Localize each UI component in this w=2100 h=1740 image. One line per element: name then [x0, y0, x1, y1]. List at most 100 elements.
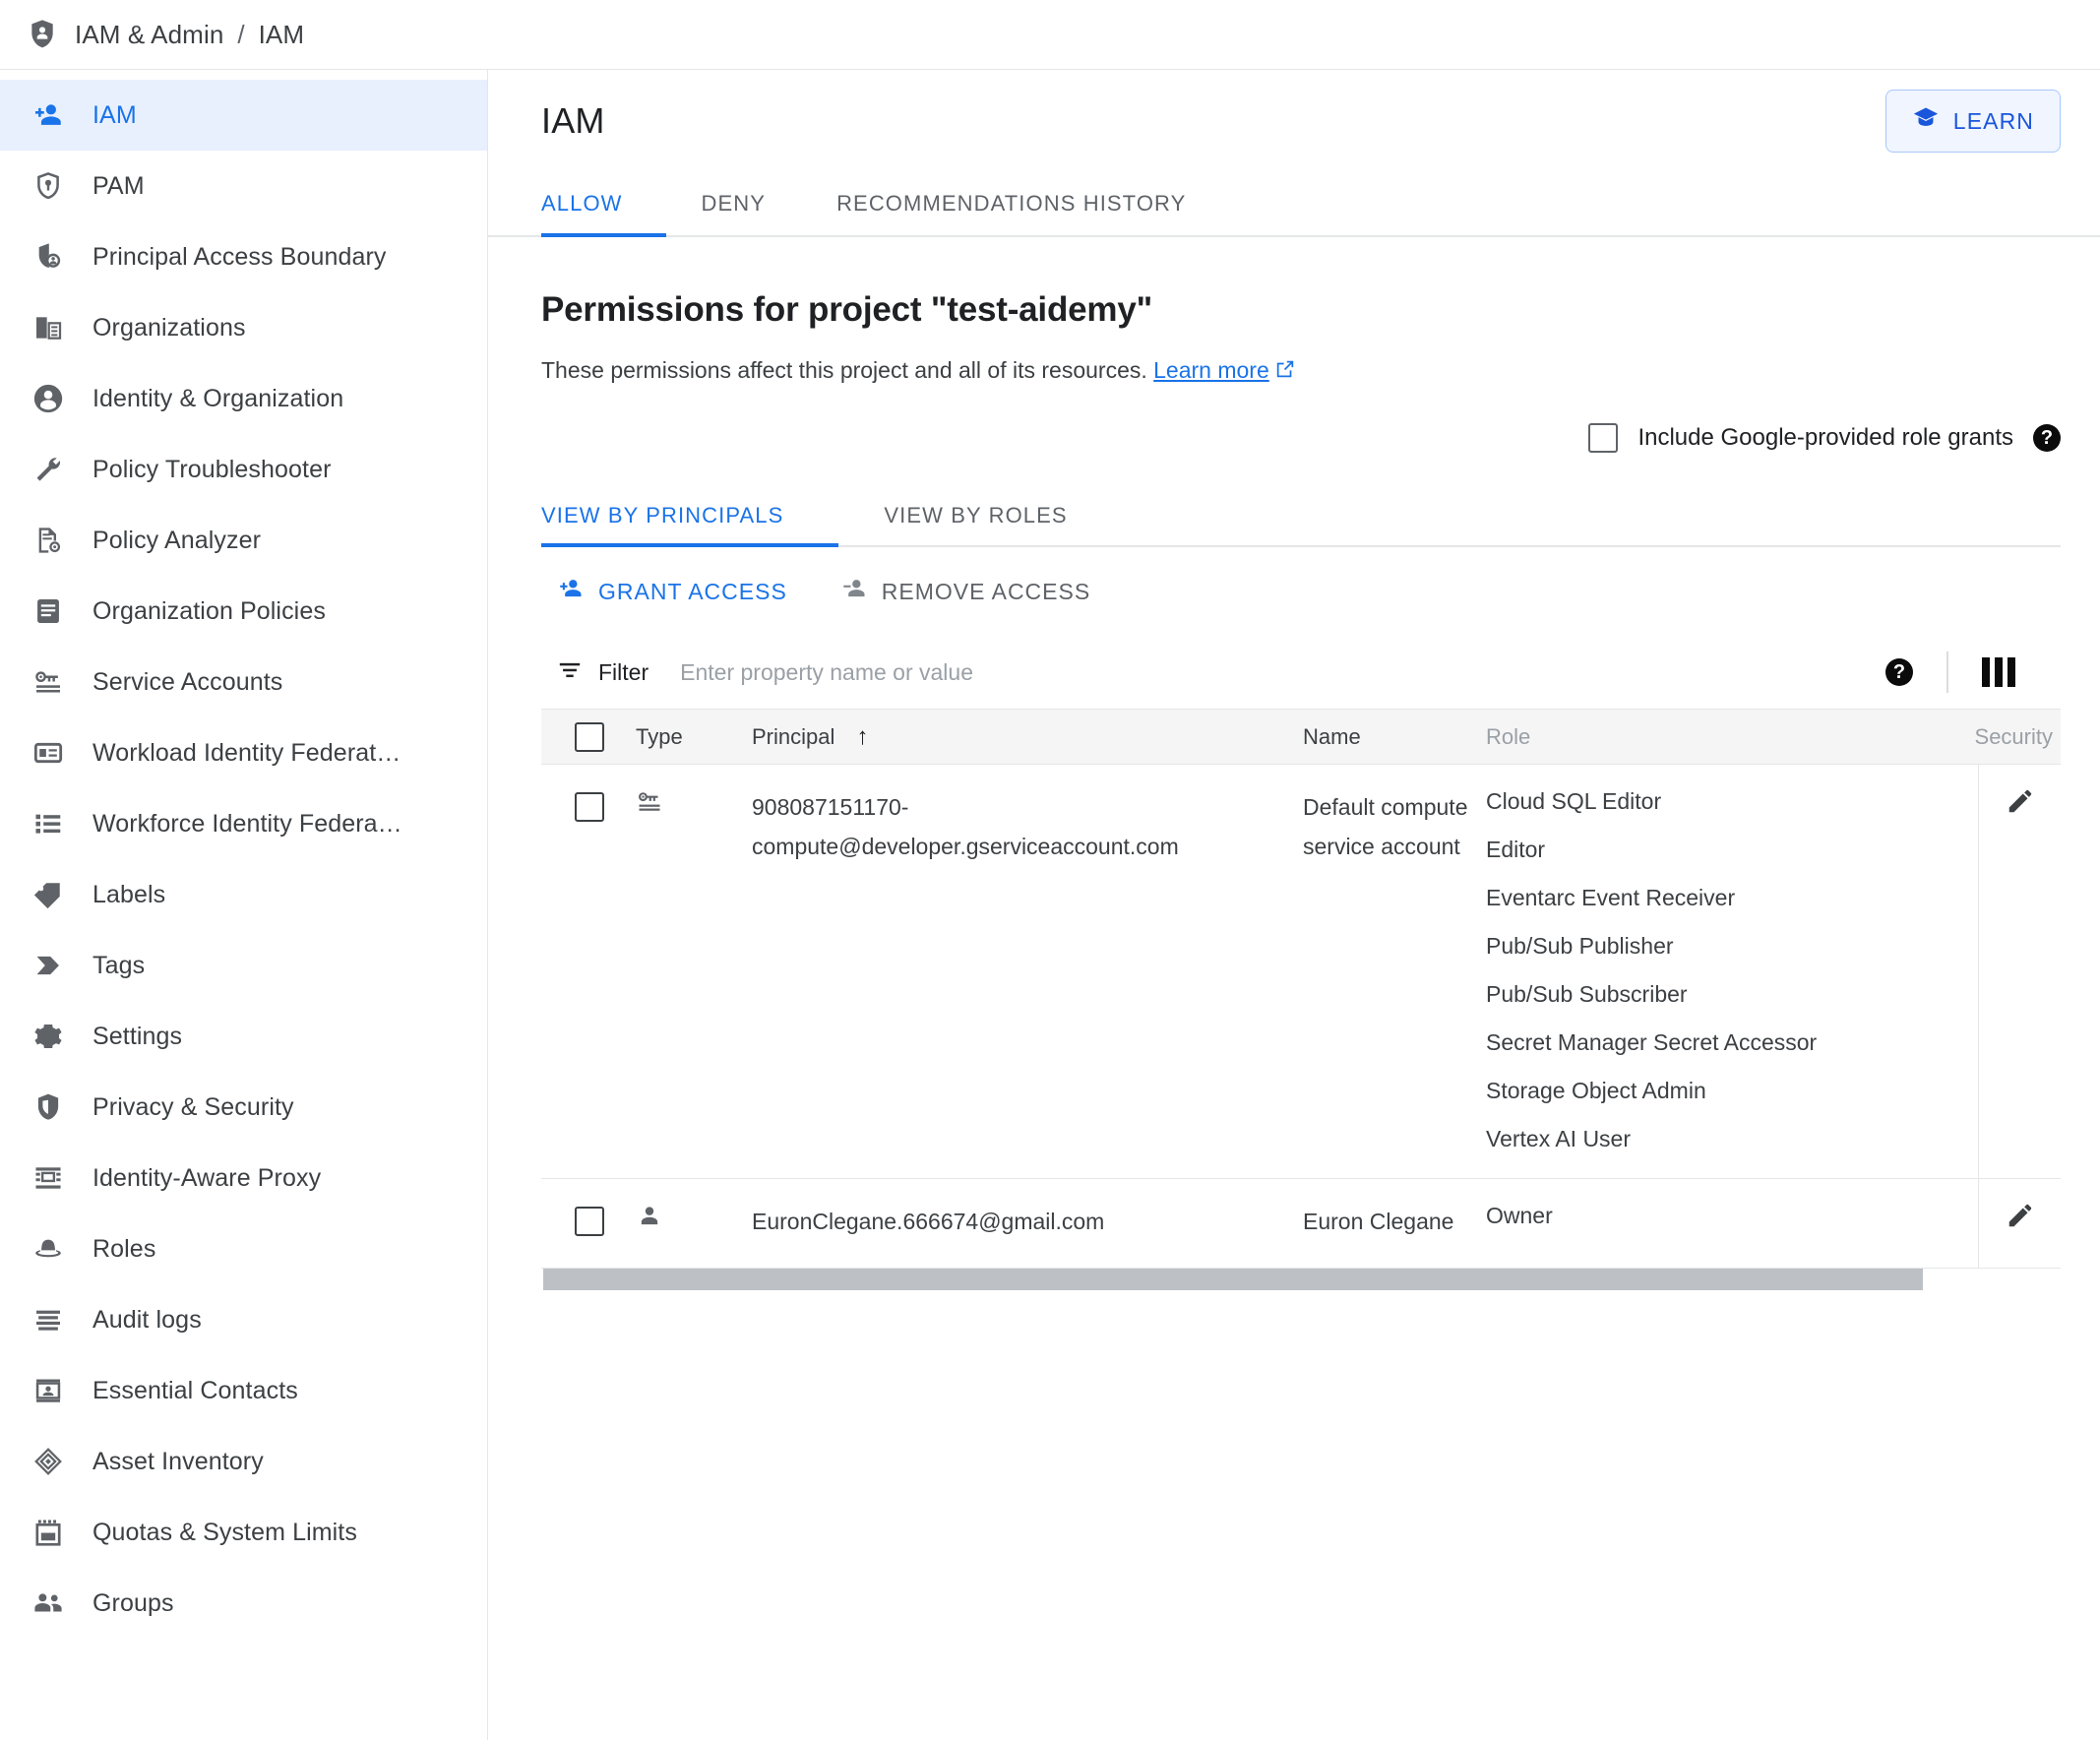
sidebar-item-tags[interactable]: Tags [0, 930, 487, 1001]
learn-more-link[interactable]: Learn more [1153, 357, 1269, 383]
remove-access-button[interactable]: REMOVE ACCESS [840, 575, 1090, 608]
filter-label: Filter [598, 658, 649, 685]
sidebar-item-label: Settings [93, 1022, 183, 1050]
role-item: Editor [1486, 837, 1546, 862]
sidebar-item-label: Identity & Organization [93, 384, 344, 412]
sidebar-item-label: Essential Contacts [93, 1376, 298, 1404]
column-header-type[interactable]: Type [636, 724, 752, 750]
row-roles: Owner [1486, 1179, 1929, 1268]
label-icon [28, 874, 69, 915]
table-row[interactable]: EuronClegane.666674@gmail.com Euron Cleg… [541, 1179, 2061, 1269]
sidebar-item-label: Service Accounts [93, 667, 283, 696]
tab-deny[interactable]: DENY [666, 172, 802, 235]
sidebar-item-pam[interactable]: PAM [0, 151, 487, 221]
row-select-cell [541, 1179, 636, 1268]
column-header-role[interactable]: Role [1486, 724, 1929, 750]
contact-card-icon [28, 1370, 69, 1411]
table-header-row: Type Principal ↑ Name Role Security [541, 710, 2061, 765]
person-add-icon [28, 94, 69, 136]
sort-ascending-icon: ↑ [856, 722, 869, 750]
row-checkbox[interactable] [575, 792, 604, 822]
sidebar-item-policy-troubleshooter[interactable]: Policy Troubleshooter [0, 434, 487, 505]
sidebar-item-audit-logs[interactable]: Audit logs [0, 1284, 487, 1355]
tab-recommendations-history[interactable]: RECOMMENDATIONS HISTORY [801, 172, 1221, 235]
external-link-icon [1274, 358, 1296, 386]
sidebar-item-settings[interactable]: Settings [0, 1001, 487, 1072]
column-header-principal[interactable]: Principal ↑ [752, 723, 1303, 751]
sidebar-item-organizations[interactable]: Organizations [0, 292, 487, 363]
include-google-grants-checkbox[interactable] [1588, 423, 1619, 453]
sidebar-item-groups[interactable]: Groups [0, 1568, 487, 1639]
breadcrumb-root[interactable]: IAM & Admin [75, 20, 223, 50]
row-checkbox[interactable] [575, 1207, 604, 1236]
graduation-cap-icon [1912, 104, 1940, 138]
filter-input[interactable] [680, 658, 1311, 686]
tab-view-by-principals[interactable]: VIEW BY PRINCIPALS [541, 486, 839, 547]
sidebar-item-label: Organization Policies [93, 596, 326, 625]
tab-view-by-roles[interactable]: VIEW BY ROLES [838, 486, 1112, 545]
scrollbar-thumb[interactable] [543, 1268, 1923, 1290]
service-account-key-icon [636, 792, 663, 821]
sidebar-item-label: Tags [93, 951, 146, 979]
learn-button[interactable]: LEARN [1884, 90, 2061, 153]
gear-icon [28, 1016, 69, 1057]
permissions-description: These permissions affect this project an… [541, 357, 2061, 386]
sidebar-item-identity-aware-proxy[interactable]: Identity-Aware Proxy [0, 1143, 487, 1213]
breadcrumb-current[interactable]: IAM [259, 20, 305, 50]
grant-access-button[interactable]: GRANT ACCESS [557, 575, 787, 608]
page-title: IAM [541, 100, 605, 141]
sidebar-item-organization-policies[interactable]: Organization Policies [0, 576, 487, 647]
sidebar-item-label: Principal Access Boundary [93, 242, 387, 271]
role-item: Pub/Sub Publisher [1486, 933, 1674, 959]
sidebar-item-principal-access-boundary[interactable]: Principal Access Boundary [0, 221, 487, 292]
hat-icon [28, 1228, 69, 1270]
role-item: Cloud SQL Editor [1486, 788, 1662, 814]
user-icon [636, 1207, 663, 1235]
help-icon[interactable]: ? [1885, 658, 1913, 686]
sidebar-item-label: PAM [93, 171, 145, 200]
google-grants-row: Include Google-provided role grants ? [541, 423, 2061, 453]
row-select-cell [541, 765, 636, 1178]
sidebar-item-essential-contacts[interactable]: Essential Contacts [0, 1355, 487, 1426]
sidebar-item-labels[interactable]: Labels [0, 859, 487, 930]
filter-icon[interactable] [557, 657, 583, 688]
groups-icon [28, 1583, 69, 1624]
tag-arrow-icon [28, 945, 69, 986]
shield-key-icon [28, 165, 69, 207]
sidebar-item-service-accounts[interactable]: Service Accounts [0, 647, 487, 717]
select-all-checkbox[interactable] [575, 721, 604, 752]
column-header-security[interactable]: Security [1929, 724, 2061, 750]
learn-label: LEARN [1952, 107, 2034, 134]
sidebar-item-workload-identity-federation[interactable]: Workload Identity Federat… [0, 717, 487, 788]
edit-principal-button[interactable] [1978, 765, 2061, 1178]
wrench-icon [28, 449, 69, 490]
sidebar-item-workforce-identity-federation[interactable]: Workforce Identity Federa… [0, 788, 487, 859]
diamond-layers-icon [28, 1441, 69, 1482]
sidebar-item-asset-inventory[interactable]: Asset Inventory [0, 1426, 487, 1497]
sidebar-item-policy-analyzer[interactable]: Policy Analyzer [0, 505, 487, 576]
sidebar-item-label: Privacy & Security [93, 1092, 294, 1121]
sidebar-item-quotas-system-limits[interactable]: Quotas & System Limits [0, 1497, 487, 1568]
include-google-grants-label: Include Google-provided role grants [1637, 424, 2013, 451]
column-header-name[interactable]: Name [1303, 724, 1486, 750]
sidebar-item-label: Groups [93, 1588, 174, 1617]
horizontal-scrollbar[interactable] [541, 1268, 2061, 1290]
document-search-icon [28, 520, 69, 561]
sidebar-item-iam[interactable]: IAM [0, 80, 487, 151]
sidebar-item-label: IAM [93, 100, 137, 129]
edit-principal-button[interactable] [1978, 1179, 2061, 1268]
row-name: Euron Clegane [1303, 1209, 1454, 1234]
shield-person-boundary-icon [28, 236, 69, 278]
tab-allow[interactable]: ALLOW [541, 172, 666, 237]
row-roles: Cloud SQL Editor Editor Eventarc Event R… [1486, 765, 1929, 1178]
table-row[interactable]: 908087151170-compute@developer.gservicea… [541, 765, 2061, 1179]
divider [1946, 652, 1948, 693]
sidebar-item-identity-organization[interactable]: Identity & Organization [0, 363, 487, 434]
sidebar-item-roles[interactable]: Roles [0, 1213, 487, 1284]
column-settings-icon[interactable] [1982, 657, 2015, 687]
help-icon[interactable]: ? [2033, 424, 2061, 452]
organization-icon [28, 307, 69, 348]
shield-icon [28, 1087, 69, 1128]
sidebar-item-privacy-security[interactable]: Privacy & Security [0, 1072, 487, 1143]
row-type-cell [636, 765, 752, 1178]
